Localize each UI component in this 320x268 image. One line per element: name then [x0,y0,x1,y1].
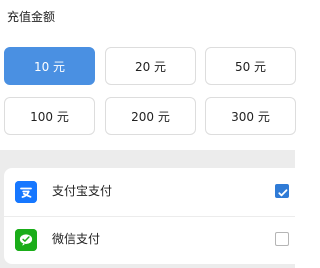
amount-option-100[interactable]: 100 元 [4,97,95,135]
amount-option-10[interactable]: 10 元 [4,47,95,85]
alipay-checkbox[interactable] [275,184,289,198]
amount-option-300[interactable]: 300 元 [205,97,296,135]
amount-option-20[interactable]: 20 元 [105,47,196,85]
wechat-pay-icon [15,229,37,251]
amount-option-200[interactable]: 200 元 [105,97,196,135]
amount-grid: 10 元 20 元 50 元 100 元 200 元 300 元 [0,0,296,150]
payment-method-alipay[interactable]: 支付宝支付 [4,168,295,216]
alipay-label: 支付宝支付 [52,184,113,198]
payment-method-wechat[interactable]: 微信支付 [4,216,295,264]
payment-method-list: 支付宝支付 微信支付 [4,168,295,264]
alipay-icon [15,181,37,203]
amount-option-50[interactable]: 50 元 [205,47,296,85]
wechat-pay-checkbox[interactable] [275,232,289,246]
wechat-pay-label: 微信支付 [52,232,101,246]
